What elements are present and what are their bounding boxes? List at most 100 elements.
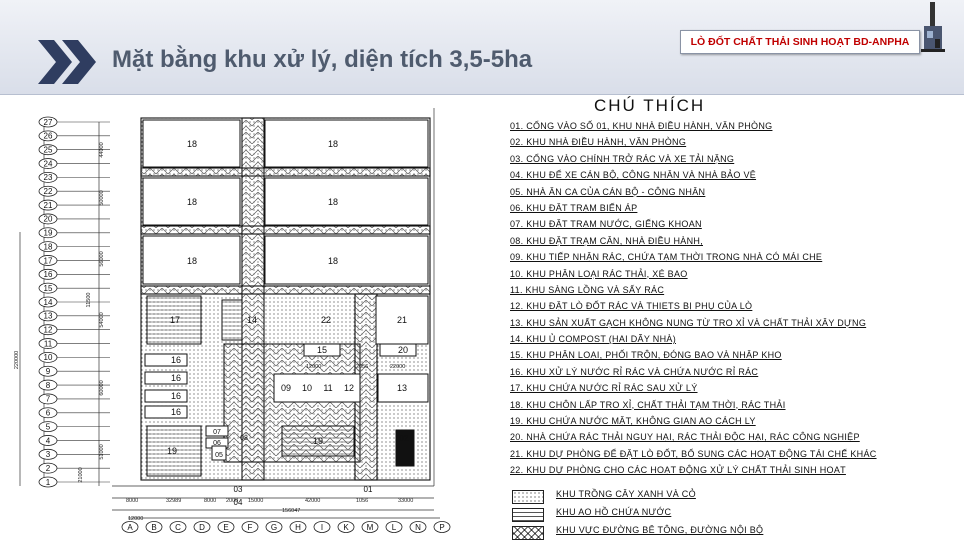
zone-20: 20 xyxy=(398,345,408,355)
row-grid-label: 19 xyxy=(44,229,53,238)
column-grid-bubble: G xyxy=(265,521,283,533)
row-grid-label: 12 xyxy=(44,325,53,334)
zone-07: 07 xyxy=(213,429,221,436)
row-grid-label: 17 xyxy=(44,256,53,265)
row-grid-label: 14 xyxy=(44,298,53,307)
double-chevron-icon xyxy=(38,40,96,84)
row-grid-label: 20 xyxy=(44,215,53,224)
legend-item: 20. NHÀ CHỨA RÁC THẢI NGUY HẠI, RÁC THẢI… xyxy=(510,432,860,443)
dim-32989: 32989 xyxy=(166,498,181,504)
dim-overall-height: 220000 xyxy=(14,351,20,369)
dim-left-offset: 12000 xyxy=(128,516,143,522)
zone-11: 11 xyxy=(323,383,332,393)
legend-item: 03. CỔNG VÀO CHÍNH TRỞ RÁC VÀ XE TẢI NẶN… xyxy=(510,153,735,164)
row-grid-label: 1 xyxy=(46,478,51,487)
legend-item: 14. KHU Ủ COMPOST (HAI DÃY NHÀ) xyxy=(510,334,676,345)
zone-03: 03 xyxy=(234,485,243,494)
column-grid-label: N xyxy=(415,523,421,532)
zone-01: 01 xyxy=(364,485,373,494)
column-grid-bubble: K xyxy=(337,521,355,533)
column-grid-label: K xyxy=(343,523,349,532)
zone-18: 18 xyxy=(187,197,197,207)
legend-key-label: KHU TRỒNG CÂY XANH VÀ CỎ xyxy=(556,489,696,499)
legend-item: 10. KHU PHÂN LOẠI RÁC THẢI, XÉ BAO xyxy=(510,268,688,279)
legend-item: 09. KHU TIẾP NHẬN RÁC, CHỨA TẠM THỜI TRO… xyxy=(510,252,823,263)
legend-item: 15. KHU PHÂN LOẠI, PHỐI TRỘN, ĐÓNG BAO V… xyxy=(510,350,782,361)
legend-item: 01. CỔNG VÀO SỐ 01, KHU NHÀ ĐIỀU HÀNH, V… xyxy=(510,121,773,131)
row-grid-label: 11 xyxy=(44,339,53,348)
column-grid-bubble: H xyxy=(289,521,307,533)
zone-16: 16 xyxy=(171,407,181,417)
legend-item: 18. KHU CHÔN LẤP TRO XỈ, CHẤT THẢI TẠM T… xyxy=(510,399,786,410)
column-grid-label: A xyxy=(127,523,133,532)
zone-12: 12 xyxy=(344,383,354,393)
dim-21000: 21000 xyxy=(78,467,84,482)
zone-16: 16 xyxy=(171,373,181,383)
legend-title: CHÚ THÍCH xyxy=(594,96,706,115)
column-grid-label: F xyxy=(248,523,253,532)
slide-title: Mặt bằng khu xử lý, diện tích 3,5-5ha xyxy=(112,46,533,73)
legend-item: 19. KHU CHỨA NƯỚC MẶT, KHÔNG GIAN AO CÁC… xyxy=(510,416,756,427)
legend-key-water xyxy=(512,508,544,522)
column-grid-label: G xyxy=(271,523,277,532)
legend-key-label: KHU AO HỒ CHỨA NƯỚC xyxy=(556,507,672,517)
legend-key-label: KHU VỰC ĐƯỜNG BÊ TÔNG, ĐƯỜNG NỘI BỘ xyxy=(556,525,764,535)
zone-02: 02 xyxy=(400,434,409,443)
zone-18: 18 xyxy=(187,139,197,149)
row-grid-label: 26 xyxy=(44,132,53,141)
zone-19: 19 xyxy=(167,446,177,456)
dim-33000: 33000 xyxy=(398,498,413,504)
zone-05: 05 xyxy=(215,452,223,459)
dim-15000: 15000 xyxy=(248,498,263,504)
legend-item: 07. KHU ĐẶT TRẠM NƯỚC, GIẾNG KHOAN xyxy=(510,219,702,230)
dim-overall-width: 156047 xyxy=(282,508,300,514)
row-grid-label: 6 xyxy=(46,409,51,418)
zone-18: 18 xyxy=(328,197,338,207)
legend-item: 21. KHU DỰ PHÒNG ĐỂ ĐẶT LÒ ĐỐT, BỔ SUNG … xyxy=(510,448,877,459)
legend-key-green xyxy=(512,490,544,504)
row-grid-label: 23 xyxy=(44,173,53,182)
row-grid-label: 21 xyxy=(44,201,53,210)
column-grid-label: D xyxy=(199,523,205,532)
dim-2056-mid: 2056 xyxy=(356,364,368,370)
zone-15: 15 xyxy=(317,345,327,355)
row-grid-label: 4 xyxy=(46,436,51,445)
zone-18: 18 xyxy=(187,256,197,266)
row-grid-label: 3 xyxy=(46,450,51,459)
dim-11500: 11500 xyxy=(86,293,92,308)
column-grid-label: C xyxy=(175,523,181,532)
incinerator-icon xyxy=(921,2,945,52)
zone-22: 22 xyxy=(321,315,331,325)
column-grid-label: B xyxy=(151,523,156,532)
zone-10: 10 xyxy=(302,383,312,393)
dim-42000: 42000 xyxy=(305,498,320,504)
zone-18: 18 xyxy=(328,256,338,266)
legend-item: 16. KHU XỬ LÝ NƯỚC RỈ RÁC VÀ CHỨA NƯỚC R… xyxy=(510,366,759,377)
row-grid-label: 16 xyxy=(44,270,53,279)
zone-21: 21 xyxy=(397,315,407,325)
dim-22000-mid: 22000 xyxy=(390,364,405,370)
dim-56000: 56000 xyxy=(99,251,105,266)
column-grid-label: I xyxy=(321,523,323,532)
column-grid-bubble: A xyxy=(121,521,139,533)
row-grid-label: 2 xyxy=(46,464,51,473)
column-grid-bubble: P xyxy=(433,521,451,533)
legend-item: 04. KHU ĐỂ XE CÁN BỘ, CÔNG NHÂN VÀ NHÀ B… xyxy=(510,170,757,181)
zone-18: 18 xyxy=(328,139,338,149)
dim-44000: 44000 xyxy=(99,142,105,157)
zone-16: 16 xyxy=(171,355,181,365)
legend-item: 11. KHU SÀNG LỒNG VÀ SẤY RÁC xyxy=(510,284,665,295)
row-grid-label: 22 xyxy=(44,187,53,196)
column-grid-bubble: N xyxy=(409,521,427,533)
row-grid-label: 24 xyxy=(44,159,53,168)
column-grid-bubble: E xyxy=(217,521,235,533)
column-grid-label: L xyxy=(392,523,397,532)
zone-08: 08 xyxy=(240,435,248,442)
column-grid-label: H xyxy=(295,523,301,532)
zone-16: 16 xyxy=(171,391,181,401)
dim-8000b: 8000 xyxy=(204,498,216,504)
legend-item: 13. KHU SẢN XUẤT GẠCH KHÔNG NUNG TỪ TRO … xyxy=(510,317,867,328)
legend-item: 05. NHÀ ĂN CA CỦA CÁN BỘ - CÔNG NHÂN xyxy=(510,186,706,197)
column-grid-bubble: L xyxy=(385,521,403,533)
column-grid-bubble: D xyxy=(193,521,211,533)
